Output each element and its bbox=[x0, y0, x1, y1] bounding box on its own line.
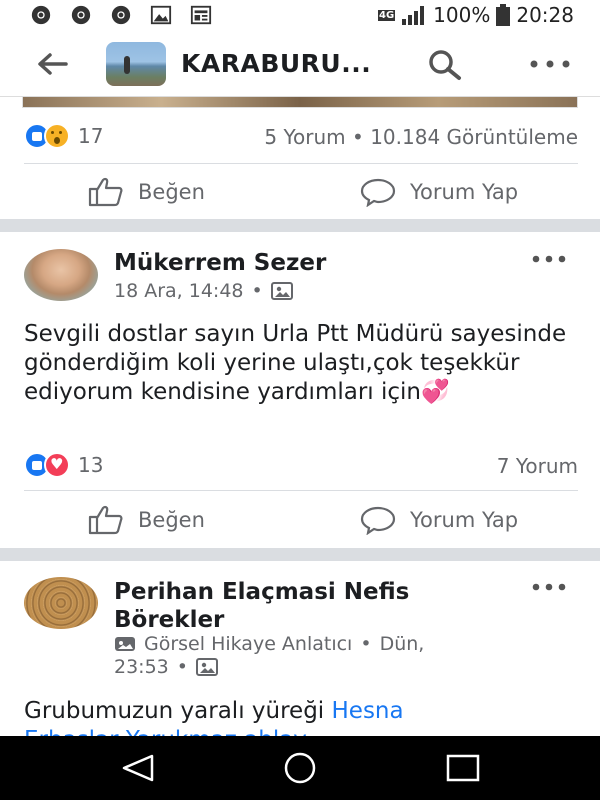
system-status: 4G 100% 20:28 bbox=[378, 3, 574, 27]
post-card: Perihan Elaçmasi Nefis Börekler Görsel H… bbox=[0, 561, 600, 736]
comment-icon bbox=[360, 506, 396, 535]
post-time-part1[interactable]: Dün, bbox=[380, 633, 425, 655]
home-nav-icon[interactable] bbox=[282, 752, 318, 784]
like-label: Beğen bbox=[138, 508, 205, 532]
reaction-summary[interactable]: 13 bbox=[24, 452, 103, 478]
previous-post-footer: 17 5 Yorum • 10.184 Görüntüleme Beğen Yo… bbox=[0, 97, 600, 219]
network-type: 4G bbox=[378, 9, 396, 21]
post-text: Grubumuzun yaralı yüreği Hesna Erbaşlar … bbox=[24, 697, 584, 736]
post-text: Sevgili dostlar sayın Urla Ptt Müdürü sa… bbox=[24, 320, 584, 407]
mention-link-continued[interactable]: Erbaşlar Yarukmaz ablay bbox=[24, 727, 307, 736]
search-icon[interactable] bbox=[427, 49, 467, 81]
photo-privacy-icon bbox=[195, 658, 218, 676]
group-title[interactable]: KARABURU... bbox=[181, 49, 371, 78]
battery-icon bbox=[496, 4, 511, 26]
back-nav-icon[interactable] bbox=[120, 754, 156, 782]
reaction-count: 17 bbox=[78, 124, 104, 148]
badge-label: Görsel Hikaye Anlatıcı bbox=[144, 633, 353, 655]
comment-button[interactable]: Yorum Yap bbox=[360, 505, 518, 535]
post-options-icon[interactable] bbox=[532, 583, 566, 591]
notification-icons bbox=[28, 4, 214, 26]
post-body: Sevgili dostlar sayın Urla Ptt Müdürü sa… bbox=[24, 321, 567, 405]
mention-link[interactable]: Hesna bbox=[332, 698, 404, 724]
comment-button[interactable]: Yorum Yap bbox=[360, 177, 518, 207]
comment-icon bbox=[360, 178, 396, 207]
reaction-count: 13 bbox=[78, 453, 104, 477]
separator: • bbox=[352, 125, 364, 149]
visual-storyteller-badge-icon bbox=[115, 637, 135, 651]
view-count: 10.184 Görüntüleme bbox=[370, 125, 578, 149]
post-time-part2[interactable]: 23:53 bbox=[114, 656, 169, 678]
love-reaction-icon bbox=[44, 452, 70, 478]
post-time[interactable]: 18 Ara, 14:48 bbox=[114, 280, 244, 302]
news-icon bbox=[190, 5, 212, 25]
comment-count: 5 Yorum bbox=[264, 125, 346, 149]
post-meta: 18 Ara, 14:48 • bbox=[114, 280, 293, 302]
wow-reaction-icon bbox=[44, 123, 70, 149]
comment-label: Yorum Yap bbox=[410, 508, 519, 532]
like-label: Beğen bbox=[138, 180, 205, 204]
status-bar: 4G 100% 20:28 bbox=[0, 0, 600, 32]
post-author-line1: Perihan Elaçmasi Nefis bbox=[114, 579, 410, 605]
app-bar: KARABURU... bbox=[0, 32, 600, 97]
recents-nav-icon[interactable] bbox=[446, 754, 480, 782]
photo-privacy-icon bbox=[270, 282, 293, 300]
like-icon bbox=[88, 505, 123, 535]
two-hearts-emoji: 💞 bbox=[421, 379, 450, 405]
post-image-bottom-edge bbox=[22, 97, 578, 108]
chrome-icon bbox=[111, 5, 131, 25]
separator: • bbox=[251, 280, 263, 302]
author-avatar[interactable] bbox=[24, 249, 98, 301]
post-card: Mükerrem Sezer 18 Ara, 14:48 • Sevgili d… bbox=[0, 232, 600, 548]
post-author[interactable]: Mükerrem Sezer bbox=[114, 249, 326, 277]
post-author-line2: Börekler bbox=[114, 607, 225, 633]
chrome-icon bbox=[71, 5, 91, 25]
post-meta: Görsel Hikaye Anlatıcı • Dün, bbox=[114, 633, 424, 655]
author-avatar[interactable] bbox=[24, 577, 98, 629]
like-icon bbox=[88, 177, 123, 207]
post-meta-continued: 23:53 • bbox=[114, 656, 218, 678]
image-icon bbox=[150, 5, 172, 25]
system-nav-bar bbox=[0, 736, 600, 800]
engagement-stats[interactable]: 5 Yorum • 10.184 Görüntüleme bbox=[264, 125, 578, 149]
post-body: Grubumuzun yaralı yüreği bbox=[24, 698, 332, 724]
signal-icon bbox=[402, 6, 425, 25]
comment-label: Yorum Yap bbox=[410, 180, 519, 204]
post-author[interactable]: Perihan Elaçmasi Nefis Börekler bbox=[114, 578, 409, 634]
battery-level: 100% bbox=[433, 3, 491, 27]
chrome-icon bbox=[31, 5, 51, 25]
clock: 20:28 bbox=[516, 3, 574, 27]
more-options-icon[interactable] bbox=[530, 60, 570, 68]
comment-count[interactable]: 7 Yorum bbox=[497, 454, 578, 478]
back-arrow-icon[interactable] bbox=[36, 50, 68, 78]
like-button[interactable]: Beğen bbox=[88, 505, 205, 535]
group-avatar[interactable] bbox=[106, 42, 166, 86]
divider bbox=[24, 163, 578, 164]
like-button[interactable]: Beğen bbox=[88, 177, 205, 207]
separator: • bbox=[360, 633, 372, 655]
divider bbox=[24, 490, 578, 491]
separator: • bbox=[176, 656, 188, 678]
reaction-summary[interactable]: 17 bbox=[24, 123, 103, 149]
post-options-icon[interactable] bbox=[532, 255, 566, 263]
